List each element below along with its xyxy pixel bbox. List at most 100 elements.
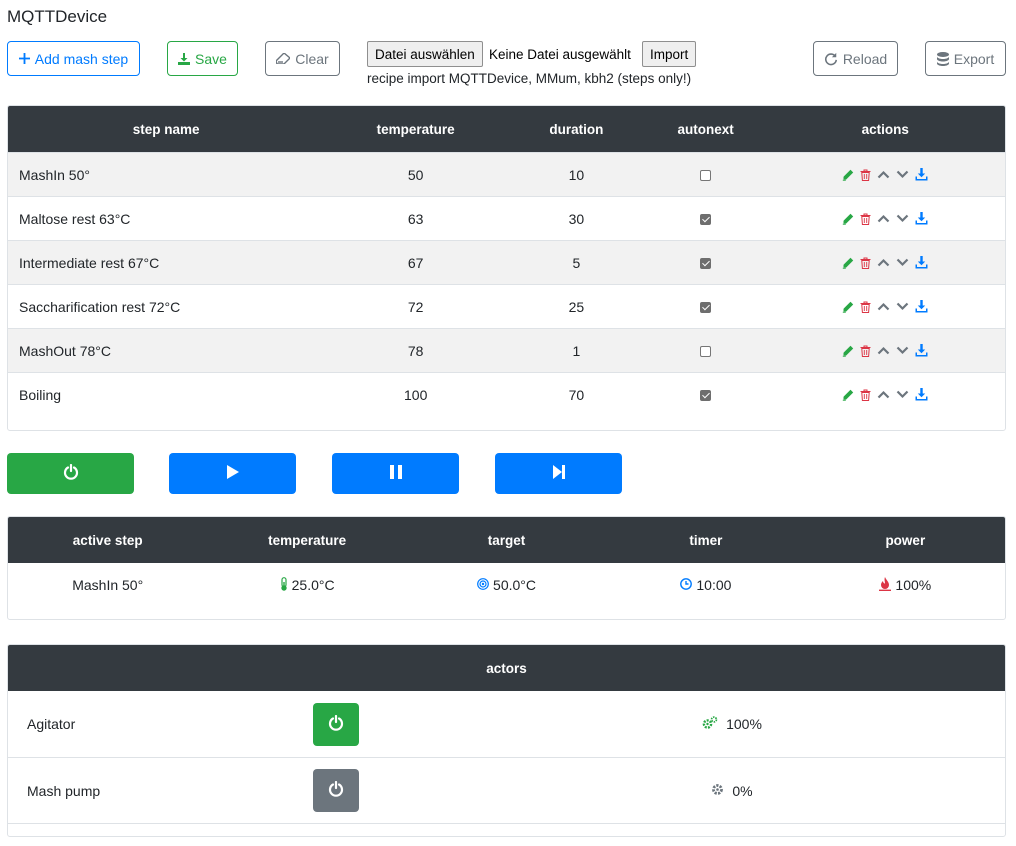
actor-name: Agitator — [27, 716, 76, 732]
file-choose-button[interactable]: Datei auswählen — [367, 41, 483, 67]
temperature-text: 25.0°C — [291, 577, 335, 593]
download-icon[interactable] — [915, 168, 928, 181]
step-actions — [765, 256, 1005, 269]
add-mash-step-label: Add mash step — [34, 50, 129, 67]
download-icon[interactable] — [915, 300, 928, 313]
file-none-label: Keine Datei ausgewählt — [489, 47, 631, 62]
download-icon[interactable] — [915, 344, 928, 357]
chevron-down-icon[interactable] — [896, 390, 909, 399]
autonext-cell — [646, 255, 766, 271]
step-temperature: 67 — [407, 254, 424, 271]
chevron-up-icon[interactable] — [877, 390, 890, 399]
autonext-checkbox[interactable] — [700, 170, 712, 182]
header-target: target — [487, 532, 526, 548]
pause-icon — [389, 464, 403, 483]
trash-icon[interactable] — [860, 169, 871, 181]
actor-toggle-cell — [213, 702, 459, 746]
edit-icon[interactable] — [842, 257, 854, 269]
next-step-button[interactable] — [495, 453, 622, 494]
plus-icon — [18, 53, 30, 64]
refresh-icon — [824, 52, 838, 66]
autonext-checkbox[interactable] — [700, 258, 712, 270]
autonext-checkbox[interactable] — [700, 390, 712, 402]
cog-icon — [711, 783, 724, 799]
import-button[interactable]: Import — [642, 41, 697, 67]
autonext-cell — [646, 387, 766, 403]
step-temperature: 78 — [407, 342, 424, 359]
actor-row-agitator: Agitator 100% — [8, 691, 1005, 757]
chevron-down-icon[interactable] — [896, 302, 909, 311]
play-button[interactable] — [169, 453, 296, 494]
autonext-cell — [646, 211, 766, 227]
step-name: MashIn 50° — [19, 166, 90, 183]
mash-pump-power-button[interactable] — [313, 769, 359, 812]
edit-icon[interactable] — [842, 213, 854, 225]
import-hint: recipe import MQTTDevice, MMum, kbh2 (st… — [367, 71, 692, 86]
autonext-checkbox[interactable] — [700, 346, 712, 358]
trash-icon[interactable] — [860, 389, 871, 401]
save-button[interactable]: Save — [167, 41, 238, 76]
chevron-up-icon[interactable] — [877, 170, 890, 179]
trash-icon[interactable] — [860, 301, 871, 313]
mash-steps-table: step name temperature duration autonext … — [7, 105, 1006, 431]
download-icon[interactable] — [915, 212, 928, 225]
chevron-down-icon[interactable] — [896, 346, 909, 355]
edit-icon[interactable] — [842, 345, 854, 357]
trash-icon[interactable] — [860, 345, 871, 357]
export-button[interactable]: Export — [925, 41, 1006, 76]
reload-button[interactable]: Reload — [813, 41, 898, 76]
actor-row-mash-pump: Mash pump 0% — [8, 757, 1005, 823]
app-title: MQTTDevice — [7, 7, 108, 26]
pause-button[interactable] — [332, 453, 459, 494]
power-text: 100% — [895, 577, 932, 593]
add-mash-step-button[interactable]: Add mash step — [7, 41, 140, 76]
edit-icon[interactable] — [842, 301, 854, 313]
agitator-power-button[interactable] — [313, 702, 359, 746]
power-icon — [328, 714, 344, 734]
temperature-value: 25.0°C — [207, 576, 406, 594]
step-duration: 70 — [568, 386, 585, 403]
chevron-up-icon[interactable] — [877, 214, 890, 223]
step-name: Intermediate rest 67°C — [19, 254, 160, 271]
actors-header: actors — [8, 645, 1005, 691]
step-duration: 10 — [568, 166, 585, 183]
header-autonext: autonext — [677, 121, 734, 137]
edit-icon[interactable] — [842, 389, 854, 401]
timer-value: 10:00 — [606, 577, 805, 593]
chevron-up-icon[interactable] — [877, 302, 890, 311]
trash-icon[interactable] — [860, 257, 871, 269]
actor-value-text: 100% — [726, 716, 762, 732]
target-icon — [477, 577, 489, 593]
download-icon[interactable] — [915, 256, 928, 269]
status-table-header: active step temperature target timer pow… — [8, 517, 1005, 563]
edit-icon[interactable] — [842, 169, 854, 181]
header-step-name: step name — [132, 121, 200, 137]
chevron-down-icon[interactable] — [896, 170, 909, 179]
actor-toggle-cell — [213, 769, 459, 812]
chevron-up-icon[interactable] — [877, 258, 890, 267]
autonext-checkbox[interactable] — [700, 302, 712, 314]
header-timer: timer — [689, 532, 723, 548]
chevron-up-icon[interactable] — [877, 346, 890, 355]
power-icon — [63, 463, 79, 483]
chevron-down-icon[interactable] — [896, 214, 909, 223]
trash-icon[interactable] — [860, 213, 871, 225]
download-icon — [178, 52, 191, 65]
step-name: Maltose rest 63°C — [19, 210, 131, 227]
chevron-down-icon[interactable] — [896, 258, 909, 267]
actor-value: 0% — [459, 783, 1005, 799]
status-table: active step temperature target timer pow… — [7, 516, 1006, 620]
actors-body: Agitator 100% Mash pump 0% — [8, 691, 1005, 824]
autonext-checkbox[interactable] — [700, 214, 712, 226]
active-step-value: MashIn 50° — [8, 577, 207, 593]
download-icon[interactable] — [915, 388, 928, 401]
step-duration: 5 — [572, 254, 581, 271]
header-power: power — [885, 532, 926, 548]
steps-table-body: MashIn 50° 50 10 Maltose rest 63°C 63 30 Inter… — [8, 152, 1005, 416]
autonext-cell — [646, 299, 766, 315]
table-row: Intermediate rest 67°C 67 5 — [8, 240, 1005, 284]
table-row: Boiling 100 70 — [8, 372, 1005, 416]
power-button[interactable] — [7, 453, 134, 494]
clear-button[interactable]: Clear — [265, 41, 340, 76]
step-name: Boiling — [19, 386, 62, 403]
